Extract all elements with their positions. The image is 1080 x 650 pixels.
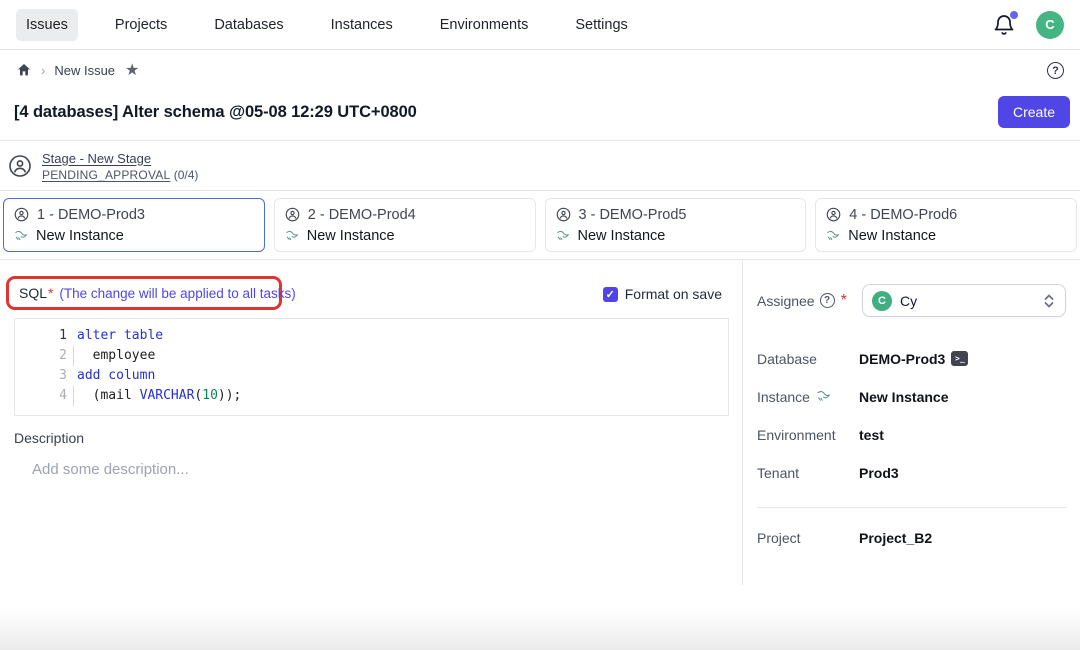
updown-chevron-icon xyxy=(1042,293,1056,309)
top-navigation: Issues Projects Databases Instances Envi… xyxy=(0,0,1080,50)
user-avatar[interactable]: C xyxy=(1036,11,1064,39)
task-label: 3 - DEMO-Prod5 xyxy=(579,207,687,223)
instance-value: New Instance xyxy=(859,389,948,405)
task-user-icon xyxy=(14,207,29,222)
line-number: 2 xyxy=(15,346,67,366)
tenant-label: Tenant xyxy=(757,465,799,481)
format-on-save-label: Format on save xyxy=(625,286,722,302)
description-label: Description xyxy=(14,430,84,446)
task-instance-name: New Instance xyxy=(578,228,666,244)
nav-item-issues[interactable]: Issues xyxy=(16,9,78,41)
notifications-bell-icon[interactable] xyxy=(992,13,1016,37)
nav-item-environments[interactable]: Environments xyxy=(430,9,539,41)
help-icon[interactable]: ? xyxy=(1047,61,1064,80)
project-label: Project xyxy=(757,530,801,546)
nav-item-settings[interactable]: Settings xyxy=(565,9,637,41)
sql-note: (The change will be applied to all tasks… xyxy=(59,286,295,301)
db-engine-icon xyxy=(285,229,299,243)
assignee-value: Cy xyxy=(900,293,917,309)
favorite-star-icon[interactable]: ★ xyxy=(125,60,139,80)
issue-header: [4 databases] Alter schema @05-08 12:29 … xyxy=(0,90,1080,134)
breadcrumb: › New Issue ★ ? xyxy=(0,50,1080,90)
environment-value: test xyxy=(859,427,884,443)
sql-label-annotation: SQL* (The change will be applied to all … xyxy=(6,276,282,310)
database-row: Database DEMO-Prod3>_ xyxy=(757,350,1066,367)
database-label: Database xyxy=(757,351,817,367)
task-label: 2 - DEMO-Prod4 xyxy=(308,207,416,223)
project-value[interactable]: Project_B2 xyxy=(859,530,932,546)
page: Issues Projects Databases Instances Envi… xyxy=(0,0,1080,650)
assignee-select[interactable]: C Cy xyxy=(862,284,1066,317)
assignee-help-icon[interactable]: ? xyxy=(820,293,835,308)
task-card-2[interactable]: 2 - DEMO-Prod4 New Instance xyxy=(274,198,536,252)
db-engine-icon xyxy=(826,229,840,243)
stage-texts: Stage - New Stage PENDING_APPROVAL (0/4) xyxy=(42,150,198,182)
breadcrumb-separator: › xyxy=(41,63,45,78)
task-user-icon xyxy=(285,207,300,222)
issue-sidebar: Assignee ? * C Cy Database DEMO-Prod3>_ … xyxy=(742,260,1080,585)
task-user-icon xyxy=(556,207,571,222)
task-card-3[interactable]: 3 - DEMO-Prod5 New Instance xyxy=(545,198,807,252)
editor-line: 3 add column xyxy=(15,366,728,386)
environment-label: Environment xyxy=(757,427,836,443)
editor-line: 2 employee xyxy=(15,346,728,366)
task-user-icon xyxy=(826,207,841,222)
assignee-avatar: C xyxy=(872,291,892,311)
assignee-label: Assignee xyxy=(757,293,815,309)
tenant-value: Prod3 xyxy=(859,465,899,481)
sql-console-icon[interactable]: >_ xyxy=(951,351,968,366)
stage-progress: (0/4) xyxy=(170,168,198,182)
task-label: 1 - DEMO-Prod3 xyxy=(37,207,145,223)
format-on-save-toggle[interactable]: ✓ Format on save xyxy=(603,286,722,302)
page-title: [4 databases] Alter schema @05-08 12:29 … xyxy=(14,103,417,122)
instance-row: Instance New Instance xyxy=(757,388,1066,405)
home-icon[interactable] xyxy=(16,62,32,78)
task-card-1[interactable]: 1 - DEMO-Prod3 New Instance xyxy=(3,198,265,252)
task-instance-name: New Instance xyxy=(848,228,936,244)
sql-editor[interactable]: 1 alter table 2 employee 3 add column 4 … xyxy=(14,318,729,416)
editor-line: 4 (mail VARCHAR(10)); xyxy=(15,386,728,406)
task-instance-name: New Instance xyxy=(307,228,395,244)
main-content: SQL* (The change will be applied to all … xyxy=(0,260,742,650)
stage-name-link[interactable]: Stage - New Stage xyxy=(42,151,151,166)
environment-row: Environment test xyxy=(757,426,1066,443)
db-engine-icon xyxy=(556,229,570,243)
sidebar-divider xyxy=(757,507,1066,508)
tenant-row: Tenant Prod3 xyxy=(757,464,1066,481)
required-asterisk: * xyxy=(48,285,53,301)
breadcrumb-current[interactable]: New Issue xyxy=(54,63,115,78)
stage-user-icon xyxy=(8,154,32,178)
db-engine-icon xyxy=(14,229,28,243)
create-button[interactable]: Create xyxy=(998,96,1070,128)
required-asterisk: * xyxy=(841,292,847,310)
description-input[interactable]: Add some description... xyxy=(32,461,189,478)
instance-label: Instance xyxy=(757,389,810,405)
nav-item-instances[interactable]: Instances xyxy=(321,9,403,41)
line-number: 4 xyxy=(15,386,67,406)
line-number: 3 xyxy=(15,366,67,386)
editor-line: 1 alter table xyxy=(15,326,728,346)
task-instance-name: New Instance xyxy=(36,228,124,244)
format-on-save-checkbox[interactable]: ✓ xyxy=(603,287,618,302)
assignee-row: Assignee ? * C Cy xyxy=(757,284,1066,317)
stage-status-link[interactable]: PENDING_APPROVAL xyxy=(42,168,170,182)
task-card-list: 1 - DEMO-Prod3 New Instance 2 - DEMO-Pro… xyxy=(0,190,1080,260)
stage-section: Stage - New Stage PENDING_APPROVAL (0/4) xyxy=(0,140,1080,190)
notification-dot xyxy=(1010,11,1018,19)
task-label: 4 - DEMO-Prod6 xyxy=(849,207,957,223)
project-row: Project Project_B2 xyxy=(757,529,1066,546)
sql-field-label: SQL* (The change will be applied to all … xyxy=(19,285,296,301)
db-engine-icon xyxy=(816,389,831,404)
nav-item-databases[interactable]: Databases xyxy=(204,9,293,41)
nav-item-projects[interactable]: Projects xyxy=(105,9,177,41)
database-value[interactable]: DEMO-Prod3>_ xyxy=(859,351,968,367)
nav-right-group: C xyxy=(992,11,1064,39)
task-card-4[interactable]: 4 - DEMO-Prod6 New Instance xyxy=(815,198,1077,252)
line-number: 1 xyxy=(15,326,67,346)
